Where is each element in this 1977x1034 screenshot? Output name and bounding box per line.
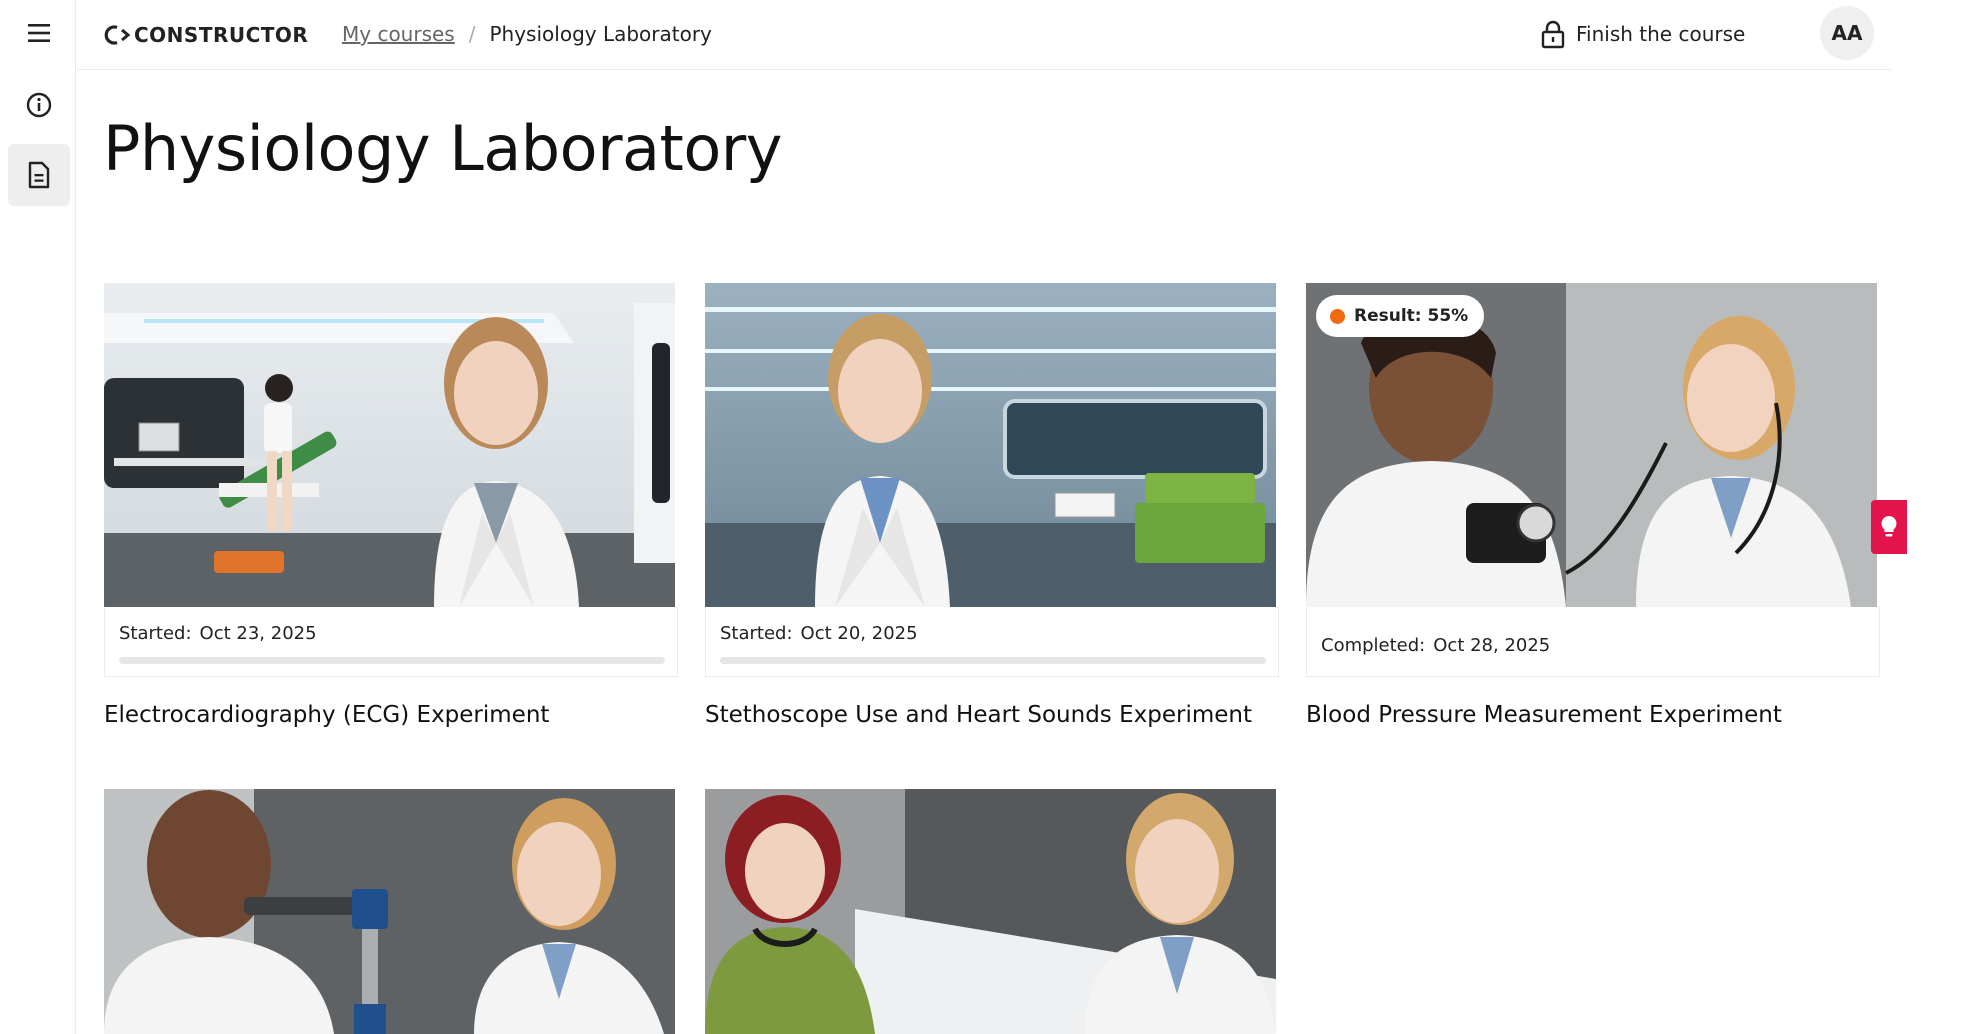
right-margin: [1906, 0, 1977, 1034]
card-status-label: Completed:: [1321, 635, 1426, 656]
card-info: Completed: Oct 28, 2025: [1306, 607, 1880, 677]
brand-logo[interactable]: CONSTRUCTOR: [103, 20, 308, 50]
card-status-date: Oct 23, 2025: [199, 623, 317, 644]
app-root: CONSTRUCTOR My courses / Physiology Labo…: [0, 0, 1977, 1034]
card-status: Started: Oct 20, 2025: [720, 623, 918, 644]
breadcrumb-my-courses-link[interactable]: My courses: [342, 22, 455, 46]
result-label: Result: 55%: [1354, 306, 1469, 326]
lock-icon: [1541, 20, 1565, 49]
card-title: Blood Pressure Measurement Experiment: [1306, 702, 1782, 728]
breadcrumb-current: Physiology Laboratory: [489, 22, 712, 46]
finish-course-label: Finish the course: [1576, 22, 1746, 46]
card-title: Stethoscope Use and Heart Sounds Experim…: [705, 702, 1252, 728]
course-contents-button[interactable]: [8, 144, 70, 206]
breadcrumb: My courses / Physiology Laboratory: [342, 20, 712, 48]
card-status-date: Oct 28, 2025: [1433, 635, 1551, 656]
hint-tab[interactable]: [1871, 500, 1907, 554]
progress-bar: [119, 657, 665, 664]
document-icon: [28, 161, 50, 189]
card-image-lab-room-with-doctor: [104, 283, 675, 607]
info-button[interactable]: [8, 74, 70, 136]
card-status: Completed: Oct 28, 2025: [1321, 635, 1550, 656]
card-image-patient-consultation: [705, 789, 1276, 1034]
card-image-blood-pressure-check: Result: 55%: [1306, 283, 1877, 607]
lightbulb-icon: [1881, 516, 1897, 537]
card-info: Started: Oct 20, 2025: [705, 607, 1279, 677]
card-status: Started: Oct 23, 2025: [119, 623, 317, 644]
progress-bar: [720, 657, 1266, 664]
card-info: Started: Oct 23, 2025: [104, 607, 678, 677]
logo-mark-icon: [104, 25, 131, 45]
card-image-lab-room-with-green-bed: [705, 283, 1276, 607]
card-status-label: Started:: [119, 623, 192, 644]
card-title: Electrocardiography (ECG) Experiment: [104, 702, 550, 728]
card-status-date: Oct 20, 2025: [800, 623, 918, 644]
avatar-initials: AA: [1831, 21, 1863, 45]
finish-course-button[interactable]: Finish the course: [1540, 16, 1745, 52]
left-rail: [0, 0, 76, 1034]
breadcrumb-separator: /: [468, 22, 476, 46]
card-image-spirometry-test: [104, 789, 675, 1034]
brand-name: CONSTRUCTOR: [134, 23, 309, 47]
info-icon: [26, 92, 52, 118]
menu-icon: [28, 24, 50, 42]
result-badge: Result: 55%: [1316, 295, 1485, 337]
top-header: CONSTRUCTOR My courses / Physiology Labo…: [77, 0, 1891, 70]
result-status-dot: [1330, 308, 1345, 324]
menu-button[interactable]: [8, 2, 70, 64]
card-status-label: Started:: [720, 623, 793, 644]
user-avatar[interactable]: AA: [1820, 6, 1874, 60]
page-title: Physiology Laboratory: [103, 112, 782, 185]
